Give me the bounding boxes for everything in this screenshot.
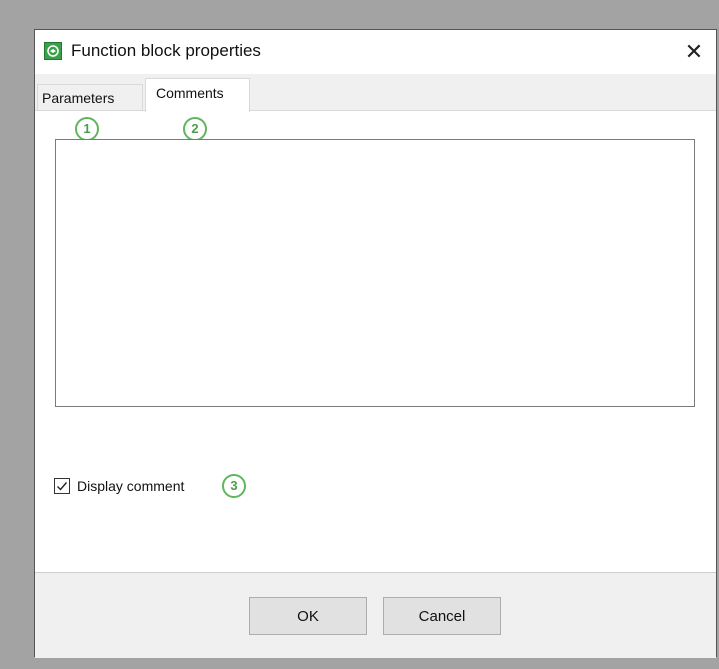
cancel-button[interactable]: Cancel — [383, 597, 501, 635]
ok-button[interactable]: OK — [249, 597, 367, 635]
comments-tab-panel: 1 2 Display comment 3 — [35, 110, 716, 572]
display-comment-label: Display comment — [77, 478, 185, 494]
callout-badge-3: 3 — [222, 474, 246, 498]
window-title: Function block properties — [71, 41, 261, 60]
function-block-icon — [44, 42, 62, 60]
checkmark-icon — [57, 482, 68, 491]
title-bar: Function block properties ✕ — [35, 30, 716, 74]
dialog-footer: OK Cancel — [35, 572, 716, 658]
function-block-properties-dialog: Function block properties ✕ Parameters C… — [34, 29, 717, 658]
tab-strip: Parameters Comments — [35, 74, 716, 112]
callout-badge-1: 1 — [75, 117, 99, 141]
tab-comments[interactable]: Comments — [145, 78, 250, 112]
display-comment-checkbox[interactable] — [54, 478, 70, 494]
tab-parameters[interactable]: Parameters — [37, 84, 143, 111]
close-button[interactable]: ✕ — [672, 30, 716, 74]
comment-textarea[interactable] — [55, 139, 695, 407]
callout-badge-2: 2 — [183, 117, 207, 141]
